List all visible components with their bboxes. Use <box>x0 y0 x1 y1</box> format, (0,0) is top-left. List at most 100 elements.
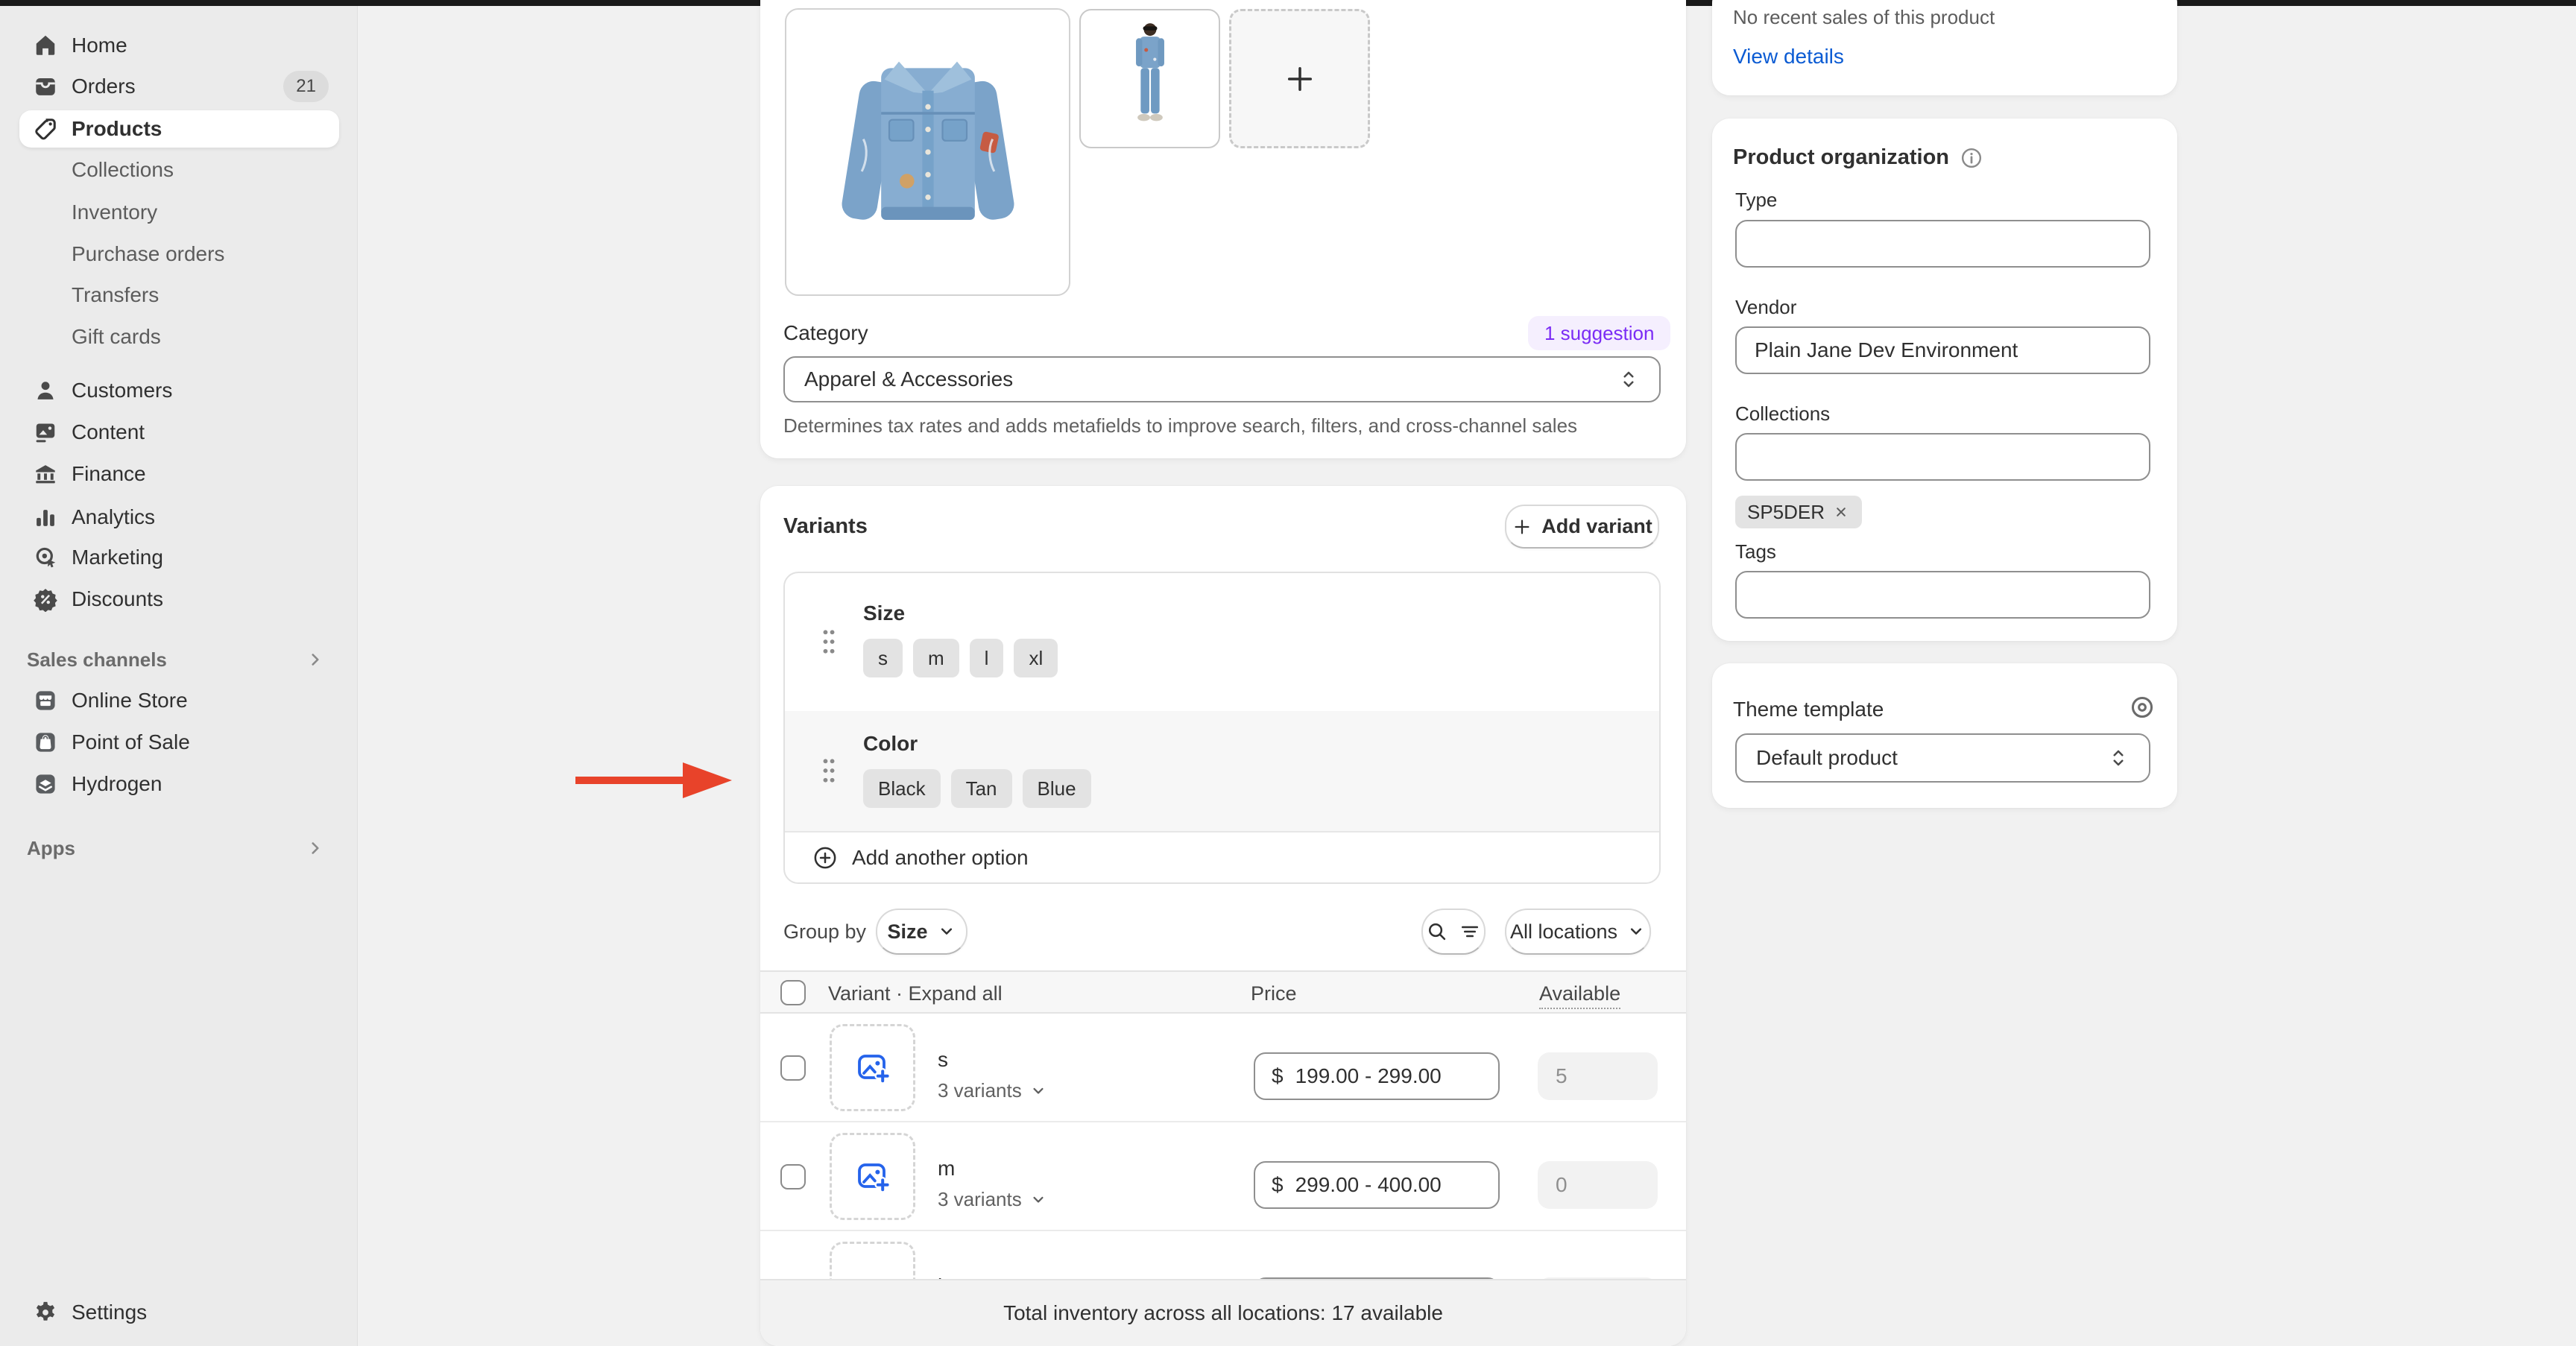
row-checkbox[interactable] <box>780 1164 806 1189</box>
available-column-header[interactable]: Available <box>1539 982 1620 1009</box>
tags-input[interactable] <box>1735 571 2150 619</box>
insights-message: No recent sales of this product <box>1733 6 1995 29</box>
variant-add-image-tile[interactable] <box>830 1133 915 1220</box>
product-media-thumbnail[interactable] <box>1079 9 1220 148</box>
apps-header[interactable]: Apps <box>27 832 331 865</box>
option-value-chip[interactable]: Tan <box>951 769 1012 808</box>
select-all-checkbox[interactable] <box>780 980 806 1005</box>
sidebar-item-products[interactable]: Products <box>19 110 339 148</box>
sidebar-item-online-store[interactable]: Online Store <box>19 682 339 719</box>
option-value-chip[interactable]: Blue <box>1023 769 1091 808</box>
sidebar-item-gift-cards[interactable]: Gift cards <box>19 318 339 356</box>
option-value-chip[interactable]: xl <box>1014 639 1058 677</box>
denim-jacket-image <box>831 40 1025 264</box>
vendor-input[interactable]: Plain Jane Dev Environment <box>1735 326 2150 374</box>
orders-icon <box>33 74 58 99</box>
sidebar-item-settings[interactable]: Settings <box>19 1294 339 1331</box>
sidebar-item-orders[interactable]: Orders 21 <box>19 68 339 105</box>
currency-symbol: $ <box>1272 1064 1284 1088</box>
theme-template-select[interactable]: Default product <box>1735 733 2150 783</box>
product-organization-card: Product organization Type Vendor Plain J… <box>1712 119 2177 641</box>
sidebar-item-finance[interactable]: Finance <box>19 455 339 493</box>
finance-bank-icon <box>33 461 58 487</box>
row-checkbox[interactable] <box>780 1055 806 1081</box>
plus-icon <box>1512 516 1532 537</box>
type-input[interactable] <box>1735 220 2150 268</box>
search-filter-button[interactable] <box>1421 909 1486 955</box>
variant-expand-toggle[interactable]: 3 variants <box>938 1188 1047 1211</box>
collections-input[interactable] <box>1735 433 2150 481</box>
option-values: Black Tan Blue <box>863 769 1091 808</box>
option-row-color[interactable]: Color Black Tan Blue <box>785 711 1659 831</box>
option-value-chip[interactable]: Black <box>863 769 941 808</box>
inventory-total-footer: Total inventory across all locations: 17… <box>760 1279 1686 1346</box>
category-select[interactable]: Apparel & Accessories <box>783 356 1661 402</box>
variant-add-image-tile[interactable] <box>830 1024 915 1111</box>
sidebar-label: Home <box>72 34 127 57</box>
price-input[interactable]: $ 299.00 - 400.00 <box>1254 1161 1500 1209</box>
available-input[interactable]: 5 <box>1538 1052 1658 1100</box>
sidebar-item-home[interactable]: Home <box>19 27 339 64</box>
option-name: Size <box>863 601 905 625</box>
shopify-admin: Home Orders 21 Products Collections Inve… <box>0 0 2576 1346</box>
home-icon <box>33 33 58 58</box>
orders-count-badge: 21 <box>283 71 329 102</box>
variant-expand-toggle[interactable]: 3 variants <box>938 1079 1047 1102</box>
tags-label: Tags <box>1735 540 1776 563</box>
category-suggestion-badge[interactable]: 1 suggestion <box>1528 316 1670 350</box>
discounts-badge-icon <box>33 587 58 612</box>
select-chevrons-icon <box>1617 368 1640 391</box>
drag-handle-icon[interactable] <box>819 627 839 657</box>
variants-table-header: Variant · Expand all Price Available <box>760 970 1686 1014</box>
option-value-chip[interactable]: l <box>970 639 1004 677</box>
product-media-main[interactable] <box>785 8 1070 296</box>
group-by-select[interactable]: Size <box>876 909 967 955</box>
option-value-chip[interactable]: s <box>863 639 903 677</box>
option-values: s m l xl <box>863 639 1058 677</box>
sidebar-item-purchase-orders[interactable]: Purchase orders <box>19 236 339 273</box>
customers-icon <box>33 378 58 403</box>
sidebar-item-hydrogen[interactable]: Hydrogen <box>19 765 339 803</box>
sales-channels-header[interactable]: Sales channels <box>27 643 331 676</box>
add-variant-button[interactable]: Add variant <box>1505 505 1659 549</box>
products-tag-icon <box>33 116 58 142</box>
option-row-size[interactable]: Size s m l xl <box>785 573 1659 711</box>
analytics-bars-icon <box>33 505 58 530</box>
remove-tag-icon[interactable] <box>1832 503 1850 521</box>
view-icon[interactable] <box>2128 693 2156 721</box>
available-input[interactable]: 0 <box>1538 1161 1658 1209</box>
gear-icon <box>33 1300 58 1325</box>
variant-column-header[interactable]: Variant · Expand all <box>828 982 1003 1005</box>
add-another-option-row[interactable]: Add another option <box>785 831 1659 884</box>
annotation-arrow <box>572 759 735 802</box>
product-media-category-card: Category 1 suggestion Apparel & Accessor… <box>760 0 1686 458</box>
sidebar-item-inventory[interactable]: Inventory <box>19 194 339 231</box>
sidebar-item-content[interactable]: Content <box>19 414 339 451</box>
sidebar-item-point-of-sale[interactable]: Point of Sale <box>19 724 339 761</box>
theme-template-card: Theme template Default product <box>1712 663 2177 808</box>
view-details-link[interactable]: View details <box>1733 45 1844 69</box>
chevron-down-icon <box>937 922 956 941</box>
sidebar-item-marketing[interactable]: Marketing <box>19 539 339 576</box>
option-value-chip[interactable]: m <box>913 639 959 677</box>
product-organization-title: Product organization <box>1733 145 1949 170</box>
variant-row-s: s 3 variants $ 199.00 - 299.00 5 <box>760 1014 1686 1122</box>
variant-name: s <box>938 1048 948 1072</box>
plus-icon <box>1284 63 1316 95</box>
group-by-label: Group by <box>783 920 866 944</box>
sidebar-item-transfers[interactable]: Transfers <box>19 277 339 314</box>
category-label: Category <box>783 321 868 345</box>
sidebar-item-collections[interactable]: Collections <box>19 151 339 189</box>
sidebar-item-discounts[interactable]: Discounts <box>19 581 339 618</box>
info-icon[interactable] <box>1960 146 1983 170</box>
chevron-right-icon <box>306 838 325 858</box>
add-image-icon <box>855 1050 891 1086</box>
add-media-tile[interactable] <box>1229 9 1370 148</box>
drag-handle-icon[interactable] <box>819 756 839 786</box>
locations-select[interactable]: All locations <box>1505 909 1651 955</box>
sidebar-item-analytics[interactable]: Analytics <box>19 499 339 536</box>
variant-row-m: m 3 variants $ 299.00 - 400.00 0 <box>760 1122 1686 1231</box>
option-name: Color <box>863 732 918 756</box>
sidebar-item-customers[interactable]: Customers <box>19 372 339 409</box>
price-input[interactable]: $ 199.00 - 299.00 <box>1254 1052 1500 1100</box>
